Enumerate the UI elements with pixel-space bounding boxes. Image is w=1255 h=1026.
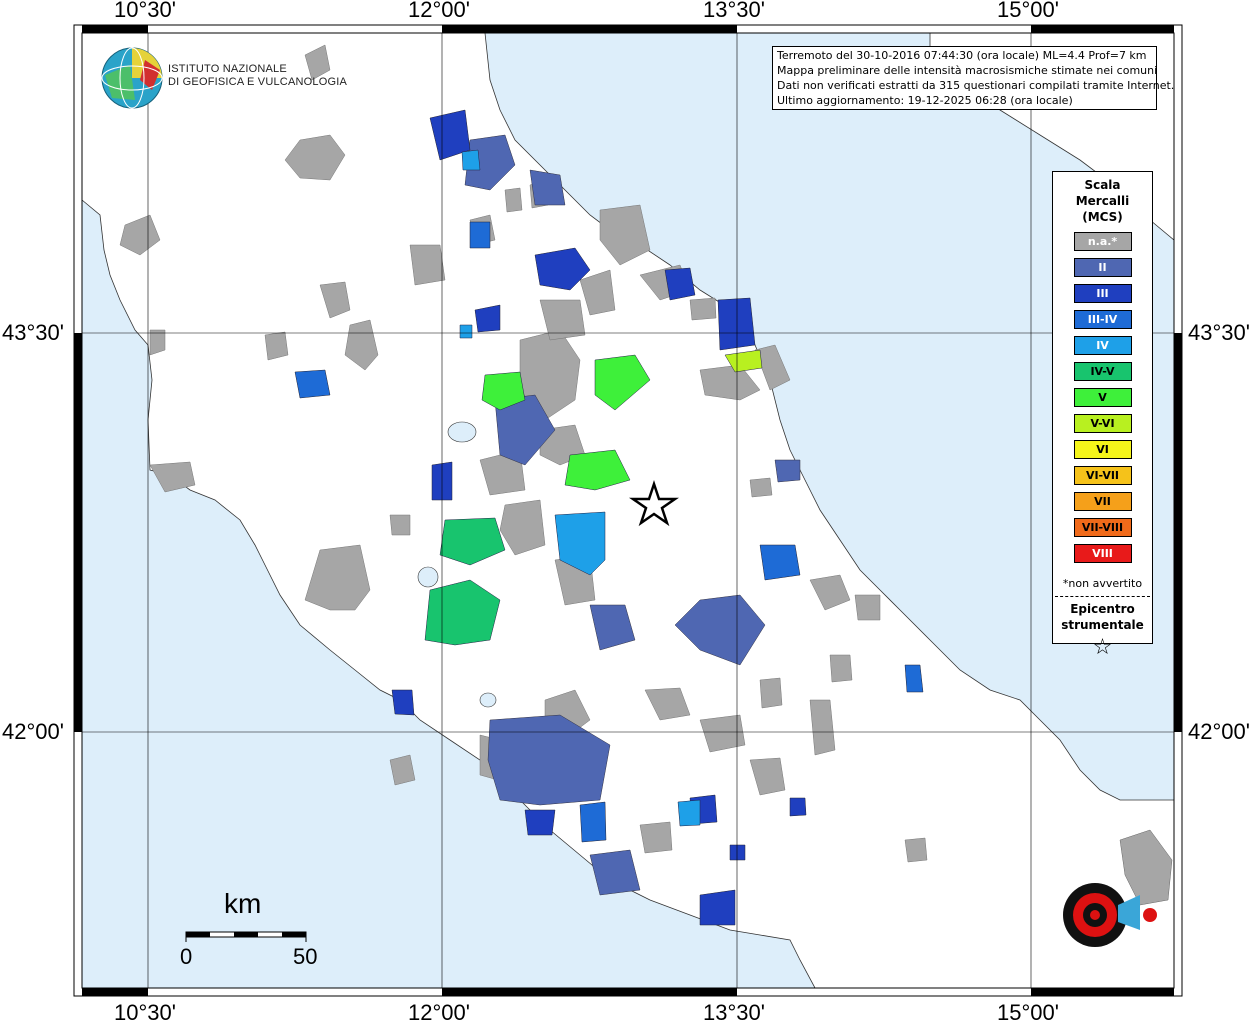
mcs-legend: Scala Mercalli (MCS) n.a.* II III III-IV IV I… — [1052, 171, 1153, 660]
lon-label-top-1030: 10°30' — [114, 0, 176, 22]
lake-trasimeno — [447, 421, 477, 443]
lon-label-top-1330: 13°30' — [703, 0, 765, 22]
legend-item-ii: II — [1073, 258, 1132, 277]
legend-item-vi: VI — [1073, 440, 1132, 459]
legend-item-n-a-: n.a.* — [1073, 232, 1132, 251]
legend-item-vii-viii: VII-VIII — [1073, 518, 1132, 537]
legend-epicenter-label: Epicentro strumentale — [1053, 601, 1152, 633]
legend-item-iii: III — [1073, 284, 1132, 303]
info-line4: Ultimo aggiornamento: 19-12-2025 06:28 (… — [777, 94, 1073, 107]
info-line3: Dati non verificati estratti da 315 ques… — [777, 79, 1175, 92]
info-line1: Terremoto del 30-10-2016 07:44:30 (ora l… — [777, 49, 1147, 62]
lon-label-bottom-1330: 13°30' — [703, 1000, 765, 1025]
lon-label-top-1500: 15°00' — [997, 0, 1059, 22]
scale-max: 50 — [293, 944, 318, 969]
legend-title-line3: (MCS) — [1082, 210, 1123, 224]
lon-label-bottom-1500: 15°00' — [997, 1000, 1059, 1025]
lake-bolsena — [417, 566, 439, 588]
legend-separator — [1055, 596, 1150, 597]
legend-epicenter-line2: strumentale — [1061, 618, 1144, 632]
legend-note: *non avvertito — [1062, 577, 1143, 590]
ingv-logo-icon — [101, 47, 163, 109]
lon-label-top-1200: 12°00' — [408, 0, 470, 22]
lon-label-bottom-1200: 12°00' — [408, 1000, 470, 1025]
legend-title-line2: Mercalli — [1075, 194, 1130, 208]
legend-items: n.a.* II III III-IV IV IV-V V V-VI VI VI-VII VII VI… — [1053, 232, 1152, 563]
ingv-line2: DI GEOFISICA E VULCANOLOGIA — [168, 76, 347, 88]
lon-label-bottom-1030: 10°30' — [114, 1000, 176, 1025]
lat-label-left-4330: 43°30' — [2, 320, 64, 345]
lat-label-right-4200: 42°00' — [1188, 719, 1250, 744]
legend-title: Scala Mercalli (MCS) — [1053, 177, 1152, 225]
event-info-box: Terremoto del 30-10-2016 07:44:30 (ora l… — [772, 46, 1175, 110]
legend-item-v: V — [1073, 388, 1132, 407]
scale-unit: km — [224, 888, 262, 919]
legend-item-iii-iv: III-IV — [1073, 310, 1132, 329]
legend-star-icon: ☆ — [1092, 635, 1113, 660]
legend-item-vii: VII — [1073, 492, 1132, 511]
lake-bracciano — [479, 692, 497, 708]
info-line2: Mappa preliminare delle intensità macros… — [777, 64, 1158, 77]
ingv-logo-text: ISTITUTO NAZIONALE DI GEOFISICA E VULCAN… — [168, 63, 347, 89]
legend-item-iv: IV — [1073, 336, 1132, 355]
legend-epicenter-line1: Epicentro — [1070, 602, 1135, 616]
legend-item-viii: VIII — [1073, 544, 1132, 563]
ingv-line1: ISTITUTO NAZIONALE — [168, 63, 287, 75]
lat-label-left-4200: 42°00' — [2, 719, 64, 744]
legend-item-iv-v: IV-V — [1073, 362, 1132, 381]
legend-title-line1: Scala — [1084, 178, 1121, 192]
legend-item-vi-vii: VI-VII — [1073, 466, 1132, 485]
legend-item-v-vi: V-VI — [1073, 414, 1132, 433]
scale-min: 0 — [180, 944, 193, 969]
lat-label-right-4330: 43°30' — [1188, 320, 1250, 345]
